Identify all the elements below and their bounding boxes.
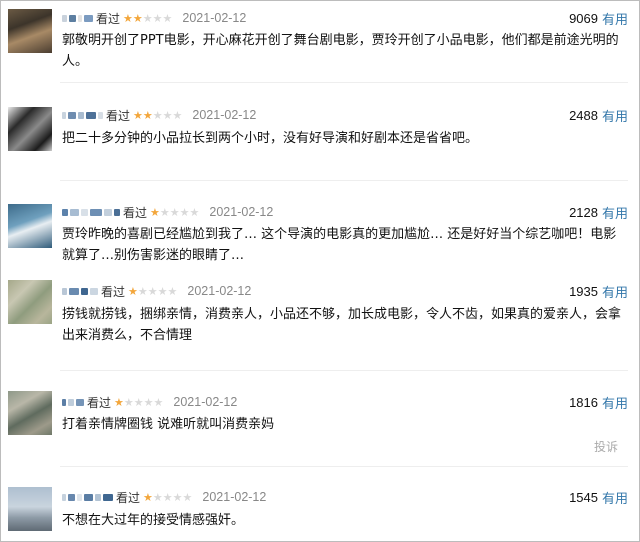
vote-count: 1545 bbox=[569, 489, 598, 505]
vote-count: 2128 bbox=[569, 204, 598, 220]
avatar[interactable] bbox=[8, 487, 52, 531]
divider bbox=[60, 466, 628, 467]
star-filled-icon: ★ bbox=[132, 11, 143, 25]
comment-text: 捞钱就捞钱，捆绑亲情，消费亲人，小品还不够，加长成电影，令人不齿，如果真的爱亲人… bbox=[62, 307, 622, 343]
star-empty-icon: ★ bbox=[157, 284, 168, 298]
star-empty-icon: ★ bbox=[137, 284, 148, 298]
comment-date: 2021-02-12 bbox=[209, 205, 274, 219]
vote-area: 1935 有用 bbox=[569, 282, 628, 300]
username-blurred[interactable] bbox=[62, 493, 113, 501]
star-empty-icon: ★ bbox=[142, 11, 153, 25]
vote-area: 2128 有用 bbox=[569, 203, 628, 221]
divider bbox=[60, 82, 628, 83]
vote-count: 2488 bbox=[569, 107, 598, 123]
divider bbox=[60, 370, 628, 371]
star-empty-icon: ★ bbox=[182, 490, 193, 504]
rating-stars: ★ ★ ★ ★ ★ bbox=[114, 397, 163, 408]
comment-date: 2021-02-12 bbox=[182, 11, 247, 25]
vote-count: 9069 bbox=[569, 10, 598, 26]
watched-label: 看过 bbox=[96, 11, 121, 26]
useful-button[interactable]: 有用 bbox=[602, 9, 628, 28]
star-empty-icon: ★ bbox=[152, 108, 163, 122]
star-empty-icon: ★ bbox=[179, 205, 190, 219]
useful-button[interactable]: 有用 bbox=[602, 203, 628, 222]
star-filled-icon: ★ bbox=[128, 284, 138, 298]
username-blurred[interactable] bbox=[62, 208, 120, 216]
comment-meta: 看过 ★ ★ ★ ★ ★ 2021-02-12 bbox=[62, 9, 246, 27]
watched-label: 看过 bbox=[106, 108, 131, 123]
star-empty-icon: ★ bbox=[169, 205, 180, 219]
comment-text: 把二十多分钟的小品拉长到两个小时，没有好导演和好剧本还是省省吧。 bbox=[62, 131, 479, 146]
avatar[interactable] bbox=[8, 204, 52, 248]
star-filled-icon: ★ bbox=[123, 11, 133, 25]
star-filled-icon: ★ bbox=[133, 108, 143, 122]
rating-stars: ★ ★ ★ ★ ★ bbox=[143, 492, 192, 503]
star-empty-icon: ★ bbox=[152, 490, 163, 504]
comment-date: 2021-02-12 bbox=[173, 395, 238, 409]
watched-label: 看过 bbox=[101, 284, 126, 299]
rating-stars: ★ ★ ★ ★ ★ bbox=[128, 286, 177, 297]
star-empty-icon: ★ bbox=[162, 490, 173, 504]
divider bbox=[60, 180, 628, 181]
report-button[interactable]: 投诉 bbox=[594, 438, 618, 455]
username-blurred[interactable] bbox=[62, 14, 93, 22]
comment-meta: 看过 ★ ★ ★ ★ ★ 2021-02-12 bbox=[62, 106, 256, 124]
star-empty-icon: ★ bbox=[162, 11, 173, 25]
useful-button[interactable]: 有用 bbox=[602, 106, 628, 125]
vote-count: 1816 bbox=[569, 394, 598, 410]
useful-button[interactable]: 有用 bbox=[602, 393, 628, 412]
rating-stars: ★ ★ ★ ★ ★ bbox=[150, 207, 199, 218]
rating-stars: ★ ★ ★ ★ ★ bbox=[133, 110, 182, 121]
star-empty-icon: ★ bbox=[172, 108, 183, 122]
star-empty-icon: ★ bbox=[189, 205, 200, 219]
star-empty-icon: ★ bbox=[153, 395, 164, 409]
comment-meta: 看过 ★ ★ ★ ★ ★ 2021-02-12 bbox=[62, 393, 237, 411]
star-filled-icon: ★ bbox=[150, 205, 160, 219]
comment-meta: 看过 ★ ★ ★ ★ ★ 2021-02-12 bbox=[62, 488, 266, 506]
avatar[interactable] bbox=[8, 391, 52, 435]
star-empty-icon: ★ bbox=[167, 284, 178, 298]
star-filled-icon: ★ bbox=[114, 395, 124, 409]
star-empty-icon: ★ bbox=[143, 395, 154, 409]
star-filled-icon: ★ bbox=[143, 490, 153, 504]
watched-label: 看过 bbox=[123, 205, 148, 220]
comment-date: 2021-02-12 bbox=[187, 284, 252, 298]
comment-meta: 看过 ★ ★ ★ ★ ★ 2021-02-12 bbox=[62, 282, 251, 300]
watched-label: 看过 bbox=[116, 490, 141, 505]
comment-meta: 看过 ★ ★ ★ ★ ★ 2021-02-12 bbox=[62, 203, 273, 221]
watched-label: 看过 bbox=[87, 395, 112, 410]
useful-button[interactable]: 有用 bbox=[602, 488, 628, 507]
username-blurred[interactable] bbox=[62, 287, 98, 295]
comment-date: 2021-02-12 bbox=[192, 108, 257, 122]
vote-area: 2488 有用 bbox=[569, 106, 628, 124]
comment-text: 贾玲昨晚的喜剧已经尴尬到我了… 这个导演的电影真的更加尴尬… 还是好好当个综艺咖… bbox=[62, 227, 617, 263]
star-empty-icon: ★ bbox=[133, 395, 144, 409]
avatar[interactable] bbox=[8, 107, 52, 151]
star-empty-icon: ★ bbox=[162, 108, 173, 122]
star-empty-icon: ★ bbox=[152, 11, 163, 25]
star-empty-icon: ★ bbox=[172, 490, 183, 504]
useful-button[interactable]: 有用 bbox=[602, 282, 628, 301]
rating-stars: ★ ★ ★ ★ ★ bbox=[123, 13, 172, 24]
star-empty-icon: ★ bbox=[147, 284, 158, 298]
avatar[interactable] bbox=[8, 280, 52, 324]
vote-area: 1545 有用 bbox=[569, 488, 628, 506]
vote-count: 1935 bbox=[569, 283, 598, 299]
comment-date: 2021-02-12 bbox=[202, 490, 267, 504]
avatar[interactable] bbox=[8, 9, 52, 53]
vote-area: 9069 有用 bbox=[569, 9, 628, 27]
vote-area: 1816 有用 bbox=[569, 393, 628, 411]
star-empty-icon: ★ bbox=[159, 205, 170, 219]
username-blurred[interactable] bbox=[62, 398, 84, 406]
comment-text: 不想在大过年的接受情感强奸。 bbox=[62, 513, 245, 528]
star-filled-icon: ★ bbox=[142, 108, 153, 122]
comment-text: 打着亲情牌圈钱 说难听就叫消费亲妈 bbox=[62, 417, 275, 432]
username-blurred[interactable] bbox=[62, 111, 103, 119]
star-empty-icon: ★ bbox=[123, 395, 134, 409]
comment-text: 郭敬明开创了PPT电影，开心麻花开创了舞台剧电影，贾玲开创了小品电影，他们都是前… bbox=[62, 33, 619, 69]
